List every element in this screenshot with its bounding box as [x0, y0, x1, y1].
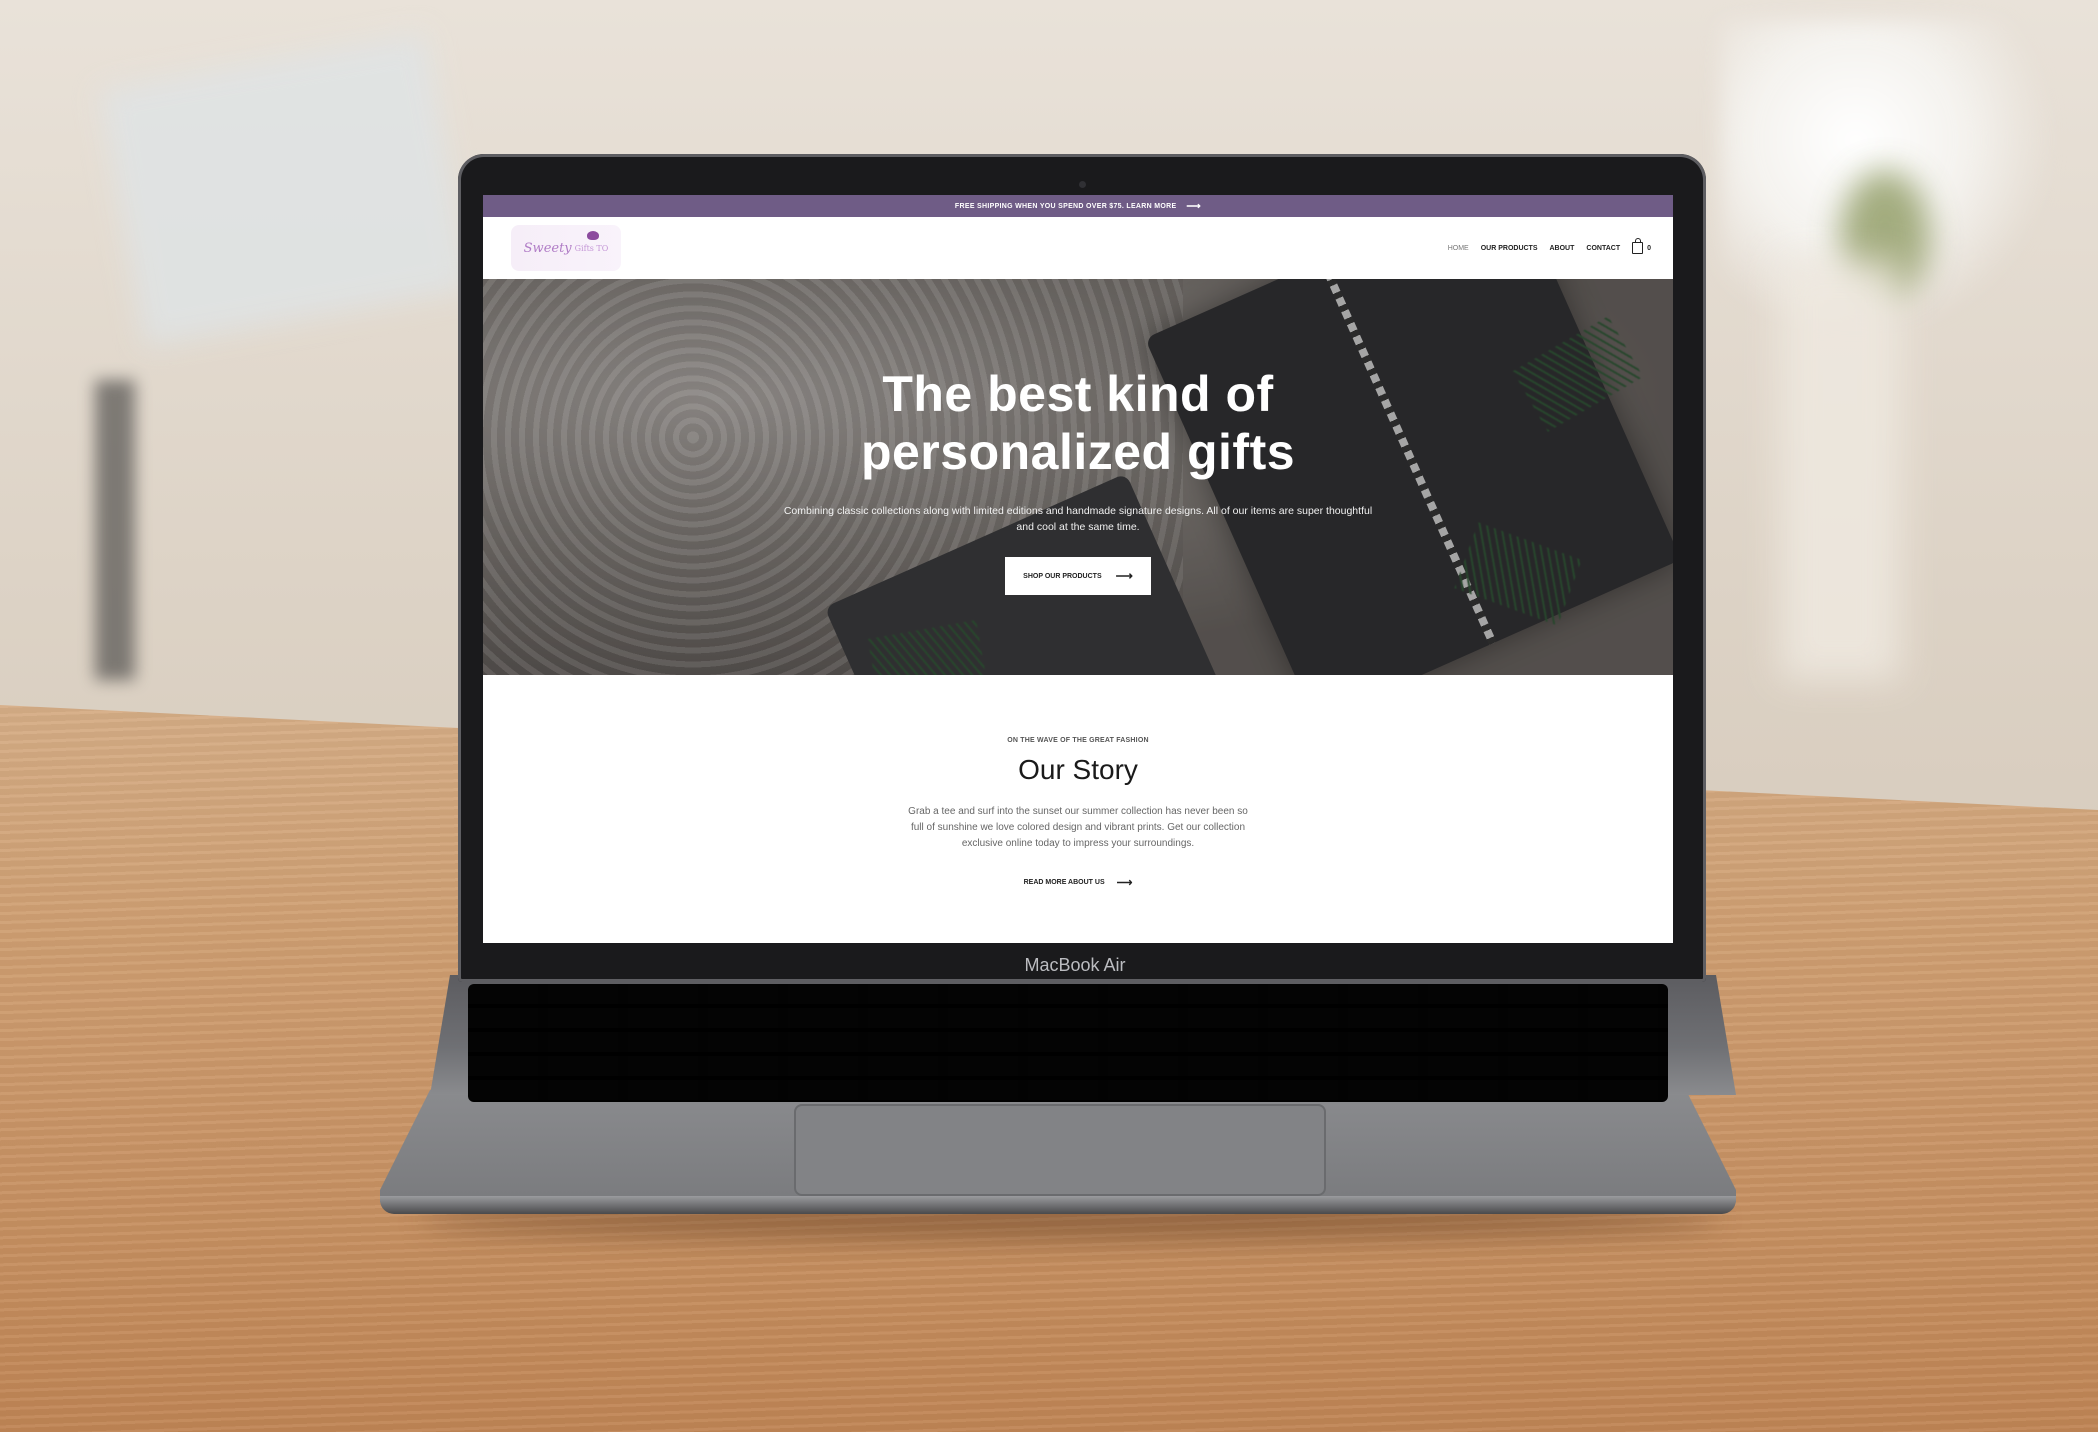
background-post	[95, 380, 135, 680]
logo-script: Sweety	[523, 240, 572, 256]
laptop-front-edge	[380, 1196, 1736, 1214]
arrow-right-icon: ⟶	[1115, 569, 1133, 583]
shop-products-button[interactable]: SHOP OUR PRODUCTS ⟶	[1005, 557, 1151, 595]
read-more-link[interactable]: READ MORE ABOUT US ⟶	[1024, 876, 1133, 889]
camera-icon	[1079, 181, 1086, 188]
shop-products-label: SHOP OUR PRODUCTS	[1023, 572, 1102, 580]
nav-item-about[interactable]: ABOUT	[1550, 245, 1575, 252]
cart-count: 0	[1647, 244, 1651, 252]
trackpad	[794, 1104, 1326, 1196]
hero-content: The best kind of personalized gifts Combi…	[483, 365, 1673, 595]
nav-item-home[interactable]: HOME	[1448, 245, 1469, 252]
arrow-right-icon: ⟶	[1116, 877, 1133, 889]
announcement-text[interactable]: FREE SHIPPING WHEN YOU SPEND OVER $75. L…	[955, 203, 1177, 210]
logo-subtext: Gifts TO	[574, 243, 609, 253]
announcement-bar[interactable]: FREE SHIPPING WHEN YOU SPEND OVER $75. L…	[483, 195, 1673, 217]
hero-section: The best kind of personalized gifts Combi…	[483, 279, 1673, 675]
background-vase	[1780, 260, 1900, 680]
cart-button[interactable]: 0	[1632, 238, 1651, 254]
story-eyebrow: ON THE WAVE OF THE GREAT FASHION	[1007, 737, 1149, 744]
device-label: MacBook Air	[1024, 955, 1126, 975]
background-window	[99, 33, 471, 347]
read-more-label: READ MORE ABOUT US	[1023, 879, 1105, 886]
arrow-right-icon: ⟶	[1186, 200, 1202, 212]
hero-title: The best kind of personalized gifts	[860, 366, 1296, 480]
site-logo[interactable]: Sweety Gifts TO	[511, 225, 621, 271]
main-nav: HOME OUR PRODUCTS ABOUT CONTACT 0	[1448, 238, 1651, 254]
site-header: Sweety Gifts TO HOME OUR PRODUCTS ABOUT …	[483, 217, 1673, 279]
laptop-screen: FREE SHIPPING WHEN YOU SPEND OVER $75. L…	[483, 195, 1673, 943]
nav-item-contact[interactable]: CONTACT	[1586, 245, 1620, 252]
story-title: Our Story	[1018, 754, 1138, 785]
nav-item-our-products[interactable]: OUR PRODUCTS	[1481, 245, 1538, 252]
hero-subtitle: Combining classic collections along with…	[783, 505, 1373, 533]
shopping-bag-icon	[1632, 238, 1644, 254]
keyboard	[468, 984, 1668, 1102]
story-text: Grab a tee and surf into the sunset our …	[908, 806, 1248, 849]
gift-bow-icon	[587, 231, 599, 240]
our-story-section: ON THE WAVE OF THE GREAT FASHION Our Sto…	[483, 675, 1673, 889]
